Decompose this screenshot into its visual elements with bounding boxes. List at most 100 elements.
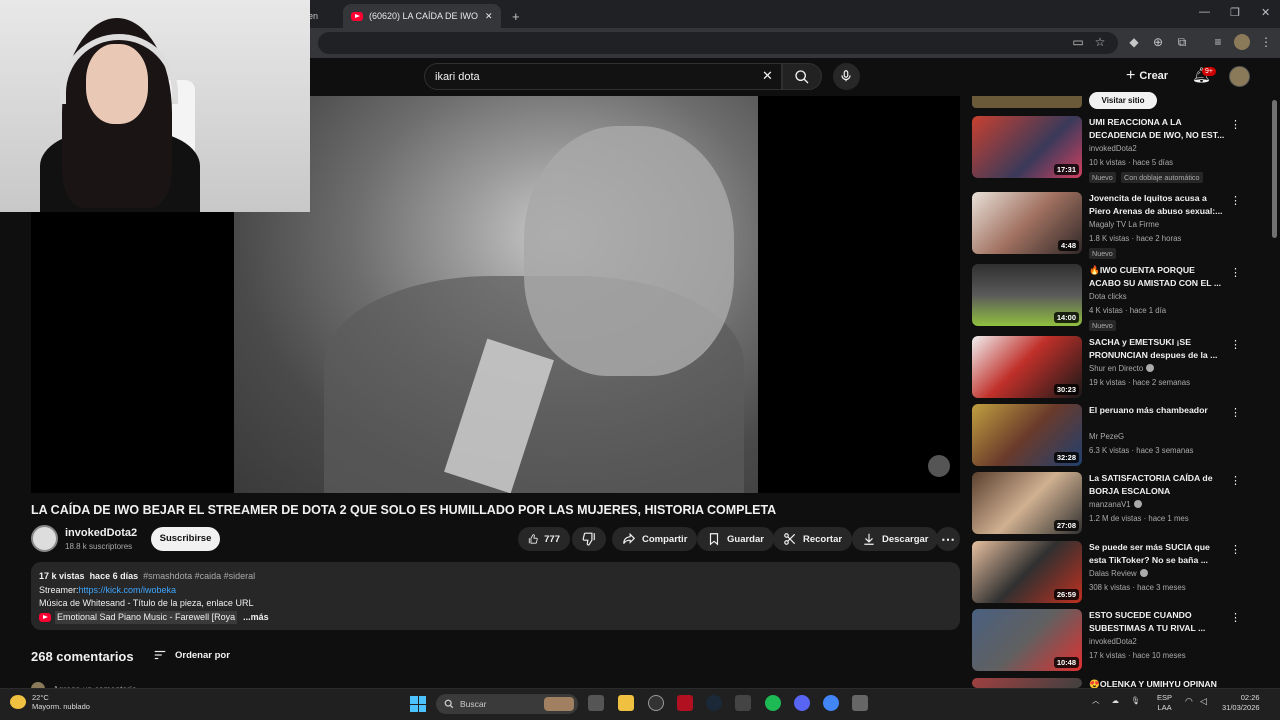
more-vertical-icon[interactable]: ⋮ xyxy=(1230,611,1241,625)
bookmark-star-icon[interactable]: ☆ xyxy=(1092,34,1108,50)
search-button[interactable] xyxy=(782,63,822,90)
video-thumbnail[interactable] xyxy=(972,678,1082,688)
share-button[interactable]: Compartir xyxy=(612,527,698,551)
recommendation-channel[interactable]: invokedDota2 xyxy=(1089,637,1137,646)
close-tab-icon[interactable]: ✕ xyxy=(485,11,493,22)
volume-icon[interactable]: ◁ xyxy=(1200,696,1207,707)
mic-tray-icon[interactable]: 🎙︎ xyxy=(1131,696,1141,705)
recommendation-channel[interactable]: manzanaV1 xyxy=(1089,500,1142,509)
subscribe-button[interactable]: Suscribirse xyxy=(151,527,220,551)
taskbar-search[interactable]: Buscar xyxy=(436,694,578,714)
streamer-link[interactable]: https://kick.com/iwobeka xyxy=(79,585,177,595)
cast-icon[interactable]: ▭ xyxy=(1070,34,1086,50)
download-button[interactable]: Descargar xyxy=(852,527,939,551)
video-thumbnail[interactable]: 10:48 xyxy=(972,609,1082,671)
save-button[interactable]: Guardar xyxy=(697,527,774,551)
recommendation-item[interactable]: 4:48 Jovencita de Iquitos acusa a Piero A… xyxy=(972,192,1242,259)
language-indicator[interactable]: ESP LAA xyxy=(1157,693,1172,713)
recommendation-title[interactable]: Se puede ser más SUCIA que esta TikToker… xyxy=(1089,541,1225,566)
recommendation-item[interactable]: 😍OLENKA Y UMIHYU OPINAN xyxy=(972,678,1242,689)
more-vertical-icon[interactable]: ⋮ xyxy=(1230,266,1241,280)
recommendation-channel[interactable]: Mr PezeG xyxy=(1089,432,1124,441)
recommendation-title[interactable]: El peruano más chambeador xyxy=(1089,404,1225,417)
sort-comments-button[interactable]: Ordenar por xyxy=(153,648,230,662)
extension-add-icon[interactable]: ⊕ xyxy=(1150,34,1166,50)
dislike-button[interactable] xyxy=(572,527,606,551)
recommendation-title[interactable]: ESTO SUCEDE CUANDO SUBESTIMAS A TU RIVAL… xyxy=(1089,609,1225,634)
recommendation-item[interactable]: 27:08 La SATISFACTORIA CAÍDA de BORJA ESC… xyxy=(972,472,1242,536)
create-button[interactable]: + Crear xyxy=(1126,66,1168,86)
file-explorer-icon[interactable] xyxy=(618,695,634,711)
recommendation-channel[interactable]: Dota clicks xyxy=(1089,292,1127,301)
reading-list-icon[interactable]: ≡ xyxy=(1210,34,1226,50)
clear-search-icon[interactable]: ✕ xyxy=(762,68,773,84)
ad-banner-strip[interactable] xyxy=(972,96,1082,108)
obs-icon[interactable] xyxy=(648,695,664,711)
recommendation-channel[interactable]: Magaly TV La Firme xyxy=(1089,220,1159,229)
visit-site-button[interactable]: Visitar sitio xyxy=(1089,92,1157,109)
browser-tab-active[interactable]: (60620) LA CAÍDA DE IWO BEJA ✕ xyxy=(343,4,501,28)
chrome-icon[interactable] xyxy=(823,695,839,711)
steam-icon[interactable] xyxy=(706,695,722,711)
browser-menu-icon[interactable]: ⋮ xyxy=(1258,34,1274,50)
recommendation-item[interactable]: 26:59 Se puede ser más SUCIA que esta Tik… xyxy=(972,541,1242,605)
more-vertical-icon[interactable]: ⋮ xyxy=(1230,118,1241,132)
recommendation-title[interactable]: 🔥IWO CUENTA PORQUE ACABO SU AMISTAD CON … xyxy=(1089,264,1225,289)
video-thumbnail[interactable]: 26:59 xyxy=(972,541,1082,603)
recommendation-title[interactable]: Jovencita de Iquitos acusa a Piero Arena… xyxy=(1089,192,1225,217)
video-thumbnail[interactable]: 27:08 xyxy=(972,472,1082,534)
clock[interactable]: 02:26 31/03/2026 xyxy=(1222,693,1260,713)
more-vertical-icon[interactable]: ⋮ xyxy=(1230,543,1241,557)
network-wifi-icon[interactable]: ◠ xyxy=(1185,696,1193,707)
recommendation-channel[interactable]: Shur en Directo xyxy=(1089,364,1155,373)
extensions-puzzle-icon[interactable]: ⧉ xyxy=(1174,34,1190,50)
cloud-icon[interactable]: ☁ xyxy=(1112,696,1120,705)
chevron-up-icon[interactable]: ︿ xyxy=(1092,695,1100,706)
new-tab-button[interactable]: + xyxy=(504,4,528,28)
recommendation-item[interactable]: 32:28 El peruano más chambeador Mr PezeG 6.… xyxy=(972,404,1242,468)
extension-icon[interactable]: ◆ xyxy=(1126,34,1142,50)
show-more-button[interactable]: ...más xyxy=(243,611,269,625)
more-actions-button[interactable]: ⋯ xyxy=(936,527,960,551)
adobe-app-icon[interactable] xyxy=(677,695,693,711)
game-app-icon[interactable] xyxy=(735,695,751,711)
more-vertical-icon[interactable]: ⋮ xyxy=(1230,474,1241,488)
hashtags[interactable]: #smashdota #caida #sideral xyxy=(143,571,255,581)
recommendation-item[interactable]: 30:23 SACHA y EMETSUKI ¡SE PRONUNCIAN des… xyxy=(972,336,1242,400)
video-thumbnail[interactable]: 30:23 xyxy=(972,336,1082,398)
windows-start-icon[interactable] xyxy=(410,696,426,712)
sidebar-scrollbar[interactable] xyxy=(1272,100,1277,238)
recommendation-title[interactable]: UMI REACCIONA A LA DECADENCIA DE IWO, NO… xyxy=(1089,116,1225,141)
video-thumbnail[interactable]: 4:48 xyxy=(972,192,1082,254)
restore-icon[interactable]: ❐ xyxy=(1230,6,1240,19)
recommendation-item[interactable]: 17:31 UMI REACCIONA A LA DECADENCIA DE IW… xyxy=(972,116,1242,183)
channel-name[interactable]: invokedDota2 xyxy=(65,527,137,539)
profile-avatar-icon[interactable] xyxy=(1234,34,1250,50)
recommendation-title[interactable]: La SATISFACTORIA CAÍDA de BORJA ESCALONA xyxy=(1089,472,1225,497)
more-vertical-icon[interactable]: ⋮ xyxy=(1230,406,1241,420)
recommendation-item[interactable]: 14:00 🔥IWO CUENTA PORQUE ACABO SU AMISTAD… xyxy=(972,264,1242,331)
address-bar[interactable] xyxy=(318,32,1118,54)
minimize-icon[interactable]: — xyxy=(1199,6,1210,18)
like-button[interactable]: 777 xyxy=(518,527,570,551)
video-thumbnail[interactable]: 17:31 xyxy=(972,116,1082,178)
clip-button[interactable]: Recortar xyxy=(773,527,853,551)
weather-widget[interactable]: 22°C Mayorm. nublado xyxy=(10,693,90,711)
recommendation-title[interactable]: SACHA y EMETSUKI ¡SE PRONUNCIAN despues … xyxy=(1089,336,1225,361)
recommendation-channel[interactable]: Dalas Review xyxy=(1089,569,1148,578)
close-window-icon[interactable]: ✕ xyxy=(1261,6,1270,19)
app-icon[interactable] xyxy=(852,695,868,711)
video-thumbnail[interactable]: 14:00 xyxy=(972,264,1082,326)
channel-watermark-icon[interactable] xyxy=(928,455,950,477)
channel-avatar[interactable] xyxy=(31,525,58,552)
music-track-link[interactable]: Emotional Sad Piano Music - Farewell [Ro… xyxy=(55,610,238,624)
search-input[interactable]: ikari dota xyxy=(424,63,782,90)
video-thumbnail[interactable]: 32:28 xyxy=(972,404,1082,466)
task-view-icon[interactable] xyxy=(588,695,604,711)
more-vertical-icon[interactable]: ⋮ xyxy=(1230,194,1241,208)
description-box[interactable]: 17 k vistas hace 6 días #smashdota #caid… xyxy=(31,562,960,630)
recommendation-item[interactable]: 10:48 ESTO SUCEDE CUANDO SUBESTIMAS A TU … xyxy=(972,609,1242,673)
more-vertical-icon[interactable]: ⋮ xyxy=(1230,338,1241,352)
recommendation-channel[interactable]: invokedDota2 xyxy=(1089,144,1137,153)
voice-search-button[interactable] xyxy=(833,63,860,90)
